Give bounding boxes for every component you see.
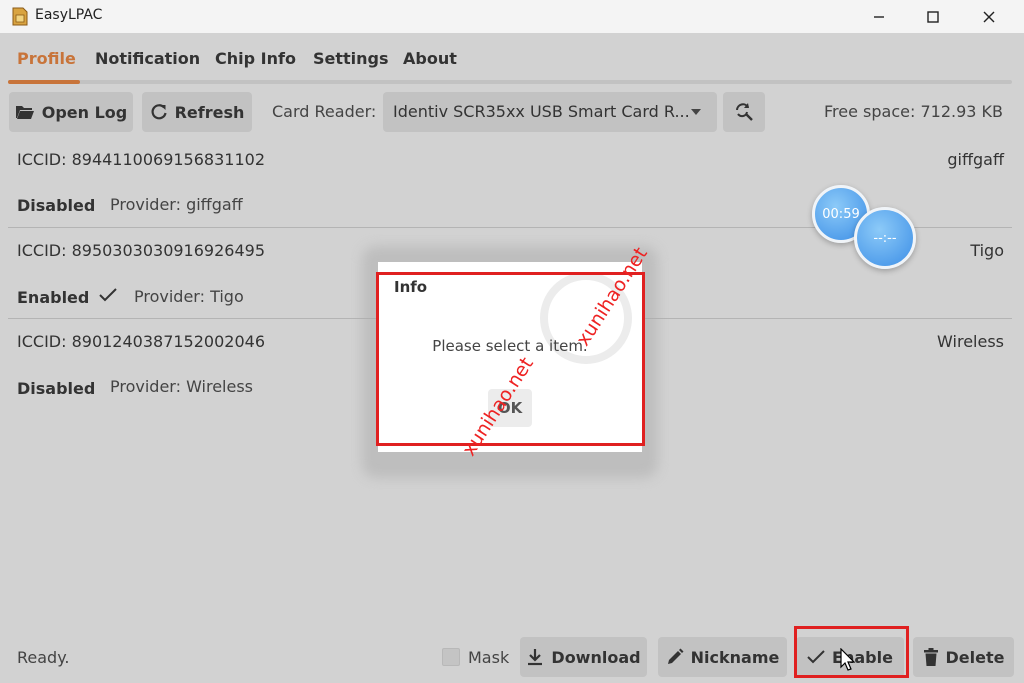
open-log-label: Open Log [41, 102, 128, 122]
refresh-icon [151, 104, 167, 120]
delete-label: Delete [945, 647, 1005, 667]
search-refresh-icon [736, 103, 753, 121]
profile-iccid: ICCID: 8944110069156831102 [17, 150, 265, 169]
open-log-button[interactable]: Open Log [9, 92, 133, 132]
status-text: Ready. [17, 648, 70, 667]
profile-state: Disabled [17, 196, 96, 215]
profile-iccid: ICCID: 8950303030916926495 [17, 241, 265, 260]
profile-nickname: giffgaff [947, 150, 1004, 169]
maximize-icon [927, 10, 939, 23]
scan-readers-button[interactable] [723, 92, 765, 132]
tab-chip-info[interactable]: Chip Info [215, 49, 296, 68]
pencil-icon [667, 648, 684, 664]
chevron-down-icon [691, 109, 701, 115]
timer-bubble-secondary[interactable]: --:-- [854, 207, 916, 269]
nickname-button[interactable]: Nickname [658, 637, 787, 677]
check-icon [99, 288, 117, 302]
folder-open-icon [15, 106, 34, 119]
free-space-label: Free space: 712.93 KB [824, 102, 1003, 121]
download-button[interactable]: Download [520, 637, 647, 677]
title-bar: EasyLPAC [0, 0, 1024, 33]
refresh-label: Refresh [174, 102, 245, 122]
delete-button[interactable]: Delete [913, 637, 1014, 677]
refresh-button[interactable]: Refresh [142, 92, 252, 132]
timer-text: 00:59 [822, 206, 860, 222]
profile-state: Enabled [17, 288, 90, 307]
profile-state: Disabled [17, 379, 96, 398]
timer-placeholder-text: --:-- [873, 230, 897, 246]
profile-provider: Provider: Tigo [134, 287, 244, 306]
tab-profile[interactable]: Profile [17, 49, 76, 68]
profile-nickname: Wireless [937, 332, 1004, 351]
mask-label: Mask [468, 648, 510, 667]
close-button[interactable] [966, 0, 1012, 33]
minimize-button[interactable] [856, 0, 902, 33]
active-tab-indicator [8, 80, 80, 84]
tab-about[interactable]: About [403, 49, 457, 68]
close-icon [983, 11, 995, 22]
nickname-label: Nickname [690, 647, 780, 667]
mouse-cursor-icon [840, 648, 856, 671]
maximize-button[interactable] [910, 0, 956, 33]
window-title: EasyLPAC [35, 7, 103, 23]
mask-checkbox[interactable] [442, 648, 460, 666]
profile-nickname: Tigo [970, 241, 1004, 260]
download-icon [528, 649, 543, 666]
profile-provider: Provider: Wireless [110, 377, 254, 396]
download-label: Download [551, 647, 641, 667]
card-reader-select[interactable]: Identiv SCR35xx USB Smart Card R... [383, 92, 717, 132]
minimize-icon [874, 15, 884, 18]
tab-track [8, 80, 1012, 84]
profile-iccid: ICCID: 8901240387152002046 [17, 332, 265, 351]
tab-notification[interactable]: Notification [95, 49, 200, 68]
card-reader-label: Card Reader: [272, 102, 377, 121]
profile-provider: Provider: giffgaff [110, 195, 243, 214]
trash-icon [923, 648, 938, 666]
tab-settings[interactable]: Settings [313, 49, 389, 68]
sim-card-icon [12, 7, 28, 26]
card-reader-value: Identiv SCR35xx USB Smart Card R... [393, 102, 690, 121]
